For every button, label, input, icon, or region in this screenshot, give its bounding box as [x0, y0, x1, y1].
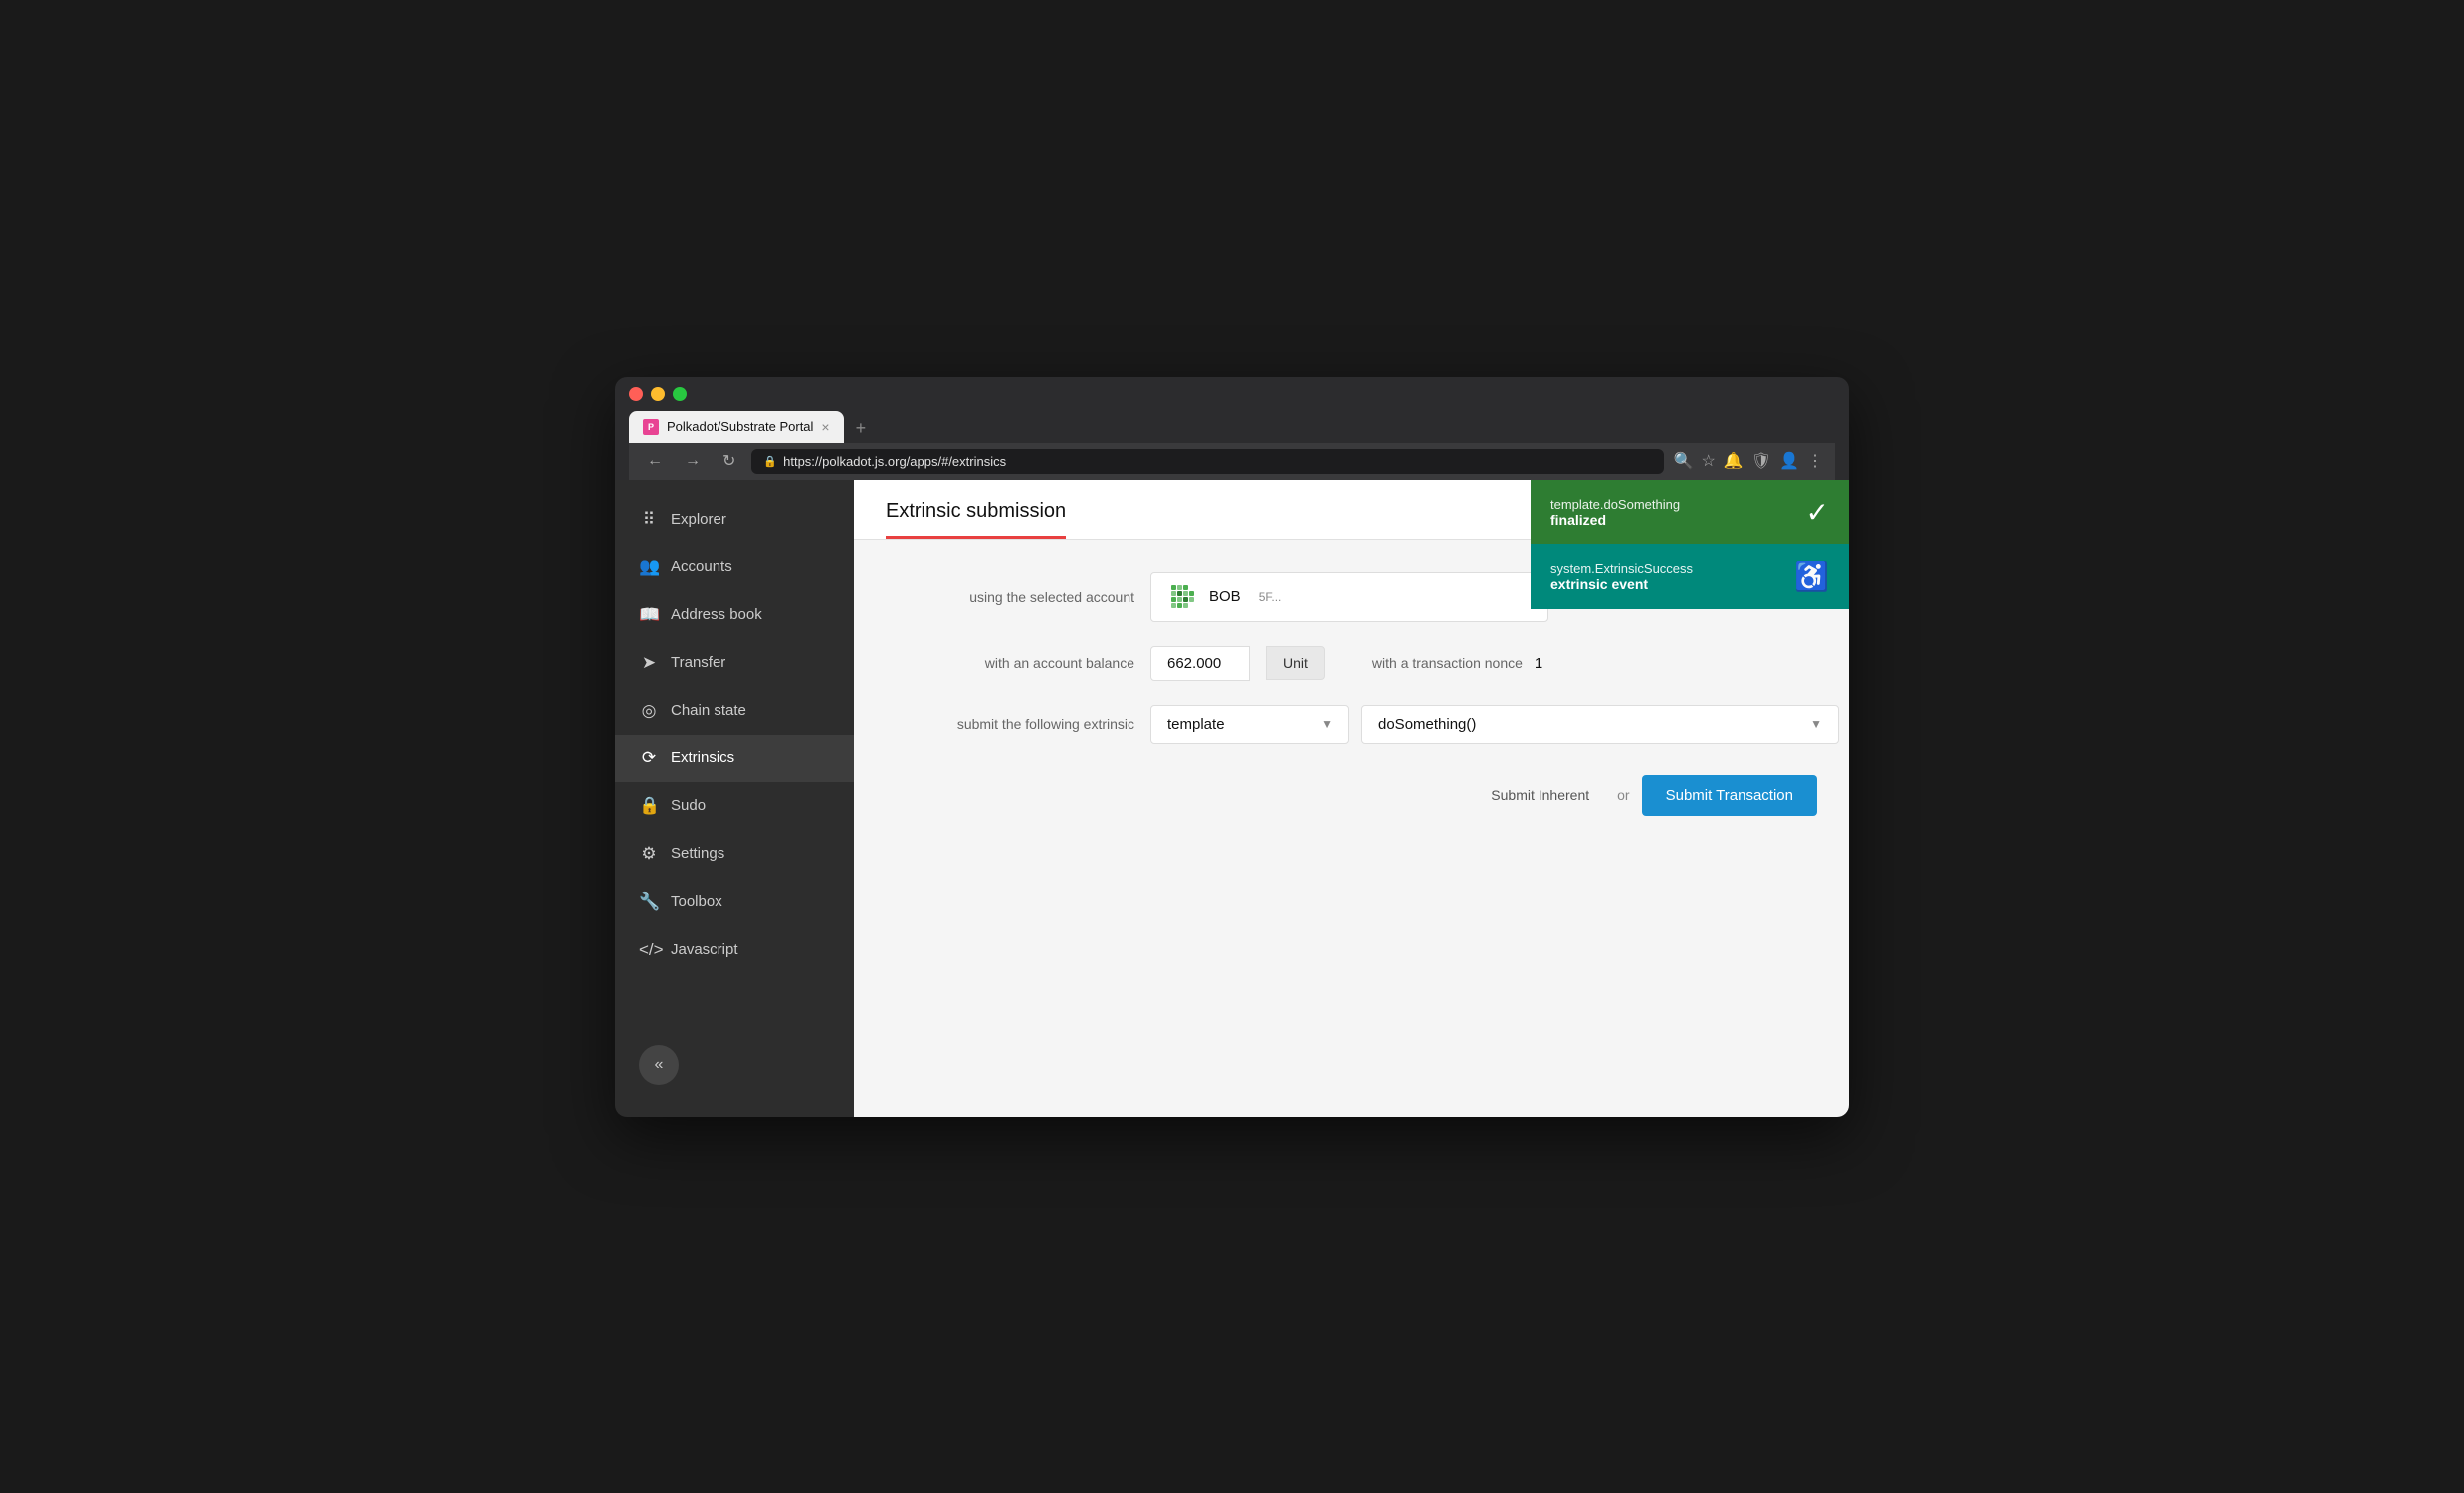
shield-icon[interactable]: 🛡: [1751, 451, 1771, 471]
method-select[interactable]: doSomething() ▼: [1361, 705, 1839, 744]
explorer-icon: ⠿: [639, 510, 659, 530]
balance-group: 662.000 Unit with a transaction nonce 1: [1150, 646, 1542, 681]
sidebar-item-javascript[interactable]: </> Javascript: [615, 926, 854, 973]
account-selector[interactable]: BOB 5F...: [1150, 572, 1548, 622]
tab-close-icon[interactable]: ×: [821, 419, 829, 435]
browser-window: P Polkadot/Substrate Portal × + ← → ↻ 🔒 …: [615, 377, 1849, 1117]
account-avatar: [1167, 581, 1199, 613]
sidebar-item-explorer[interactable]: ⠿ Explorer: [615, 496, 854, 543]
new-tab-button[interactable]: +: [848, 414, 875, 443]
toast-event-subtitle: extrinsic event: [1550, 576, 1782, 592]
sidebar-collapse-button[interactable]: «: [639, 1045, 679, 1085]
forward-button[interactable]: →: [679, 450, 707, 472]
sidebar-item-extrinsics[interactable]: ⟳ Extrinsics: [615, 735, 854, 782]
extension-icon[interactable]: 🔔: [1724, 451, 1744, 471]
toast-finalized: template.doSomething finalized ✓: [1531, 480, 1849, 544]
balance-label: with an account balance: [886, 655, 1134, 671]
sudo-icon: 🔒: [639, 796, 659, 816]
search-icon[interactable]: 🔍: [1674, 451, 1694, 471]
toast-event-icon: ♿: [1794, 560, 1829, 593]
sidebar-label-javascript: Javascript: [671, 941, 738, 958]
submit-transaction-button[interactable]: Submit Transaction: [1642, 775, 1817, 816]
sidebar-item-chain-state[interactable]: ◎ Chain state: [615, 687, 854, 735]
sidebar-label-explorer: Explorer: [671, 511, 726, 528]
refresh-button[interactable]: ↻: [717, 449, 741, 473]
minimize-button[interactable]: [651, 387, 665, 401]
app-layout: ⠿ Explorer 👥 Accounts 📖 Address book ➤ T…: [615, 480, 1849, 1117]
toast-finalized-content: template.doSomething finalized: [1550, 497, 1794, 528]
maximize-button[interactable]: [673, 387, 687, 401]
menu-icon[interactable]: ⋮: [1807, 451, 1823, 471]
tab-bar: P Polkadot/Substrate Portal × +: [629, 411, 1835, 443]
toast-check-icon: ✓: [1806, 496, 1829, 529]
module-dropdown-icon: ▼: [1321, 717, 1333, 731]
toast-event: system.ExtrinsicSuccess extrinsic event …: [1531, 544, 1849, 609]
toast-finalized-subtitle: finalized: [1550, 512, 1794, 528]
module-name: template: [1167, 716, 1321, 733]
module-select[interactable]: template ▼: [1150, 705, 1349, 744]
sidebar-item-accounts[interactable]: 👥 Accounts: [615, 543, 854, 591]
browser-chrome: P Polkadot/Substrate Portal × + ← → ↻ 🔒 …: [615, 377, 1849, 480]
javascript-icon: </>: [639, 940, 659, 960]
sidebar-label-chain-state: Chain state: [671, 702, 746, 719]
chain-state-icon: ◎: [639, 701, 659, 721]
profile-icon[interactable]: 👤: [1779, 451, 1799, 471]
accounts-icon: 👥: [639, 557, 659, 577]
active-tab[interactable]: P Polkadot/Substrate Portal ×: [629, 411, 844, 443]
sidebar-item-sudo[interactable]: 🔒 Sudo: [615, 782, 854, 830]
account-address: 5F...: [1259, 590, 1282, 604]
address-bar[interactable]: 🔒 https://polkadot.js.org/apps/#/extrins…: [751, 449, 1663, 474]
nonce-group: with a transaction nonce 1: [1372, 655, 1542, 672]
back-button[interactable]: ←: [641, 450, 669, 472]
sidebar: ⠿ Explorer 👥 Accounts 📖 Address book ➤ T…: [615, 480, 854, 1117]
submit-inherent-button[interactable]: Submit Inherent: [1475, 777, 1605, 813]
url-text: https://polkadot.js.org/apps/#/extrinsic…: [783, 454, 1006, 469]
address-bar-row: ← → ↻ 🔒 https://polkadot.js.org/apps/#/e…: [629, 443, 1835, 480]
or-label: or: [1617, 787, 1629, 803]
sidebar-label-accounts: Accounts: [671, 558, 732, 575]
sidebar-label-address-book: Address book: [671, 606, 762, 623]
nonce-label: with a transaction nonce: [1372, 655, 1523, 671]
notifications: template.doSomething finalized ✓ system.…: [1531, 480, 1849, 609]
settings-icon: ⚙: [639, 844, 659, 864]
sidebar-label-transfer: Transfer: [671, 654, 725, 671]
sidebar-item-address-book[interactable]: 📖 Address book: [615, 591, 854, 639]
method-dropdown-icon: ▼: [1810, 717, 1822, 731]
toast-event-title: system.ExtrinsicSuccess: [1550, 561, 1782, 576]
extrinsic-selects: template ▼ doSomething() ▼: [1150, 705, 1839, 744]
browser-toolbar: 🔍 ☆ 🔔 🛡 👤 ⋮: [1674, 451, 1823, 471]
extrinsic-label: submit the following extrinsic: [886, 716, 1134, 732]
sidebar-label-settings: Settings: [671, 845, 724, 862]
sidebar-item-toolbox[interactable]: 🔧 Toolbox: [615, 878, 854, 926]
sidebar-label-extrinsics: Extrinsics: [671, 749, 734, 766]
toast-finalized-title: template.doSomething: [1550, 497, 1794, 512]
extrinsic-row: submit the following extrinsic template …: [886, 705, 1817, 744]
tab-title: Polkadot/Substrate Portal: [667, 419, 813, 434]
sidebar-item-settings[interactable]: ⚙ Settings: [615, 830, 854, 878]
action-row: Submit Inherent or Submit Transaction: [886, 775, 1817, 816]
sidebar-label-toolbox: Toolbox: [671, 893, 722, 910]
account-name: BOB: [1209, 588, 1241, 605]
sidebar-item-transfer[interactable]: ➤ Transfer: [615, 639, 854, 687]
balance-row: with an account balance 662.000 Unit wit…: [886, 646, 1817, 681]
address-book-icon: 📖: [639, 605, 659, 625]
lock-icon: 🔒: [763, 455, 777, 468]
sidebar-label-sudo: Sudo: [671, 797, 706, 814]
page-title: Extrinsic submission: [886, 500, 1066, 539]
star-icon[interactable]: ☆: [1702, 451, 1716, 471]
account-label: using the selected account: [886, 589, 1134, 605]
extrinsics-icon: ⟳: [639, 748, 659, 768]
unit-badge: Unit: [1266, 646, 1325, 680]
tab-favicon: P: [643, 419, 659, 435]
sidebar-collapse-area: «: [615, 1029, 854, 1101]
traffic-lights: [629, 387, 1835, 401]
toast-event-content: system.ExtrinsicSuccess extrinsic event: [1550, 561, 1782, 592]
nonce-value: 1: [1535, 655, 1542, 672]
main-content: Extrinsic submission using the selected …: [854, 480, 1849, 1117]
transfer-icon: ➤: [639, 653, 659, 673]
method-name: doSomething(): [1378, 716, 1810, 733]
balance-value: 662.000: [1150, 646, 1250, 681]
close-button[interactable]: [629, 387, 643, 401]
toolbox-icon: 🔧: [639, 892, 659, 912]
